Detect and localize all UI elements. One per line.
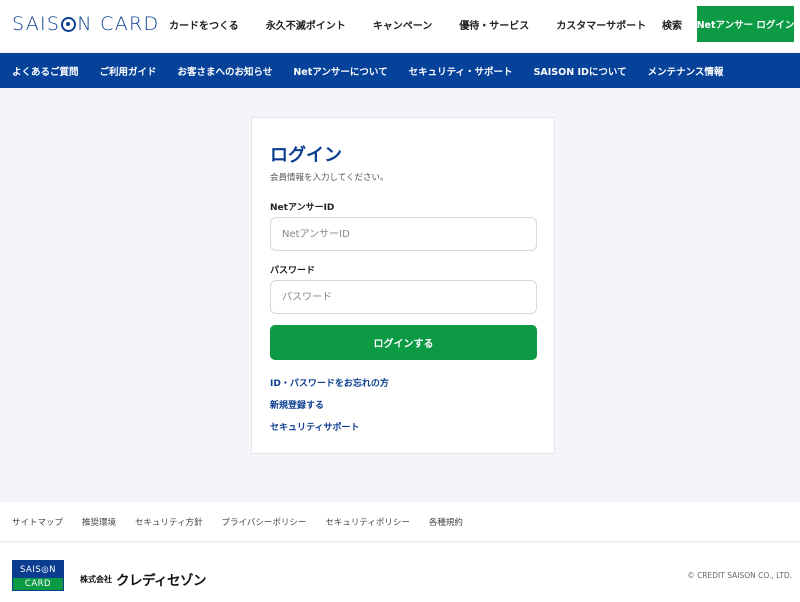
login-submit-button[interactable]: ログインする	[270, 325, 537, 360]
net-answer-login-button[interactable]: Netアンサー ログイン	[697, 6, 794, 42]
net-answer-id-input[interactable]	[270, 217, 537, 251]
subnav-item-net-answer[interactable]: Netアンサーについて	[293, 64, 387, 78]
id-label: NetアンサーID	[270, 203, 335, 213]
subnav-item-saison-id[interactable]: SAISON IDについて	[534, 64, 627, 78]
security-support-link[interactable]: セキュリティサポート	[270, 420, 359, 433]
logo-o-icon	[61, 16, 77, 32]
nav-item-benefits[interactable]: 優待・サービス	[459, 17, 529, 32]
search-link[interactable]: 検索	[662, 17, 682, 32]
login-description: 会員情報を入力してください。	[270, 173, 389, 183]
password-input[interactable]	[270, 280, 537, 314]
company-prefix: 株式会社	[80, 574, 112, 584]
logo-text-right: N CARD	[77, 13, 160, 35]
global-nav: カードをつくる 永久不滅ポイント キャンペーン 優待・サービス カスタマーサポー…	[169, 17, 673, 32]
footer-link-terms[interactable]: 各種規約	[429, 516, 463, 528]
subnav-item-notices[interactable]: お客さまへのお知らせ	[178, 64, 273, 78]
footer-link-privacy[interactable]: プライバシーポリシー	[222, 516, 307, 528]
footer-bottom: SAIS◎N CARD 株式会社 クレディセゾン © CREDIT SAISON…	[0, 543, 800, 602]
credit-saison-logo: 株式会社 クレディセゾン	[80, 569, 207, 589]
footer-link-security-policy-2[interactable]: セキュリティポリシー	[325, 516, 410, 528]
subnav-item-guide[interactable]: ご利用ガイド	[100, 64, 157, 78]
nav-item-make-card[interactable]: カードをつくる	[169, 17, 239, 32]
nav-item-support[interactable]: カスタマーサポート	[556, 17, 646, 32]
register-link[interactable]: 新規登録する	[270, 398, 324, 411]
login-card: ログイン 会員情報を入力してください。 NetアンサーID パスワード ログイン…	[251, 117, 555, 454]
badge-bottom-text: CARD	[13, 578, 63, 590]
company-name: クレディセゾン	[116, 573, 207, 589]
footer-link-security-policy[interactable]: セキュリティ方針	[135, 516, 203, 528]
footer-link-environment[interactable]: 推奨環境	[82, 516, 116, 528]
nav-item-points[interactable]: 永久不滅ポイント	[266, 17, 346, 32]
saison-card-logo[interactable]: SAIS N CARD	[12, 12, 159, 36]
site-header: SAIS N CARD カードをつくる 永久不滅ポイント キャンペーン 優待・サー…	[0, 0, 800, 52]
logo-text-left: SAIS	[12, 13, 61, 35]
saison-card-badge-logo: SAIS◎N CARD	[12, 560, 64, 591]
subnav-item-maintenance[interactable]: メンテナンス情報	[648, 64, 724, 78]
subnav-item-security[interactable]: セキュリティ・サポート	[409, 64, 513, 78]
subnav-item-faq[interactable]: よくあるご質問	[12, 64, 79, 78]
sub-nav: よくあるご質問 ご利用ガイド お客さまへのお知らせ Netアンサーについて セキ…	[0, 53, 800, 88]
login-title: ログイン	[270, 145, 342, 166]
forgot-id-password-link[interactable]: ID・パスワードをお忘れの方	[270, 376, 389, 389]
footer-links: サイトマップ 推奨環境 セキュリティ方針 プライバシーポリシー セキュリティポリ…	[0, 502, 800, 542]
footer-link-sitemap[interactable]: サイトマップ	[12, 516, 63, 528]
copyright: © CREDIT SAISON CO., LTD.	[687, 571, 792, 580]
password-label: パスワード	[270, 266, 316, 276]
nav-item-campaign[interactable]: キャンペーン	[373, 17, 433, 32]
badge-top-text: SAIS◎N	[19, 564, 57, 575]
